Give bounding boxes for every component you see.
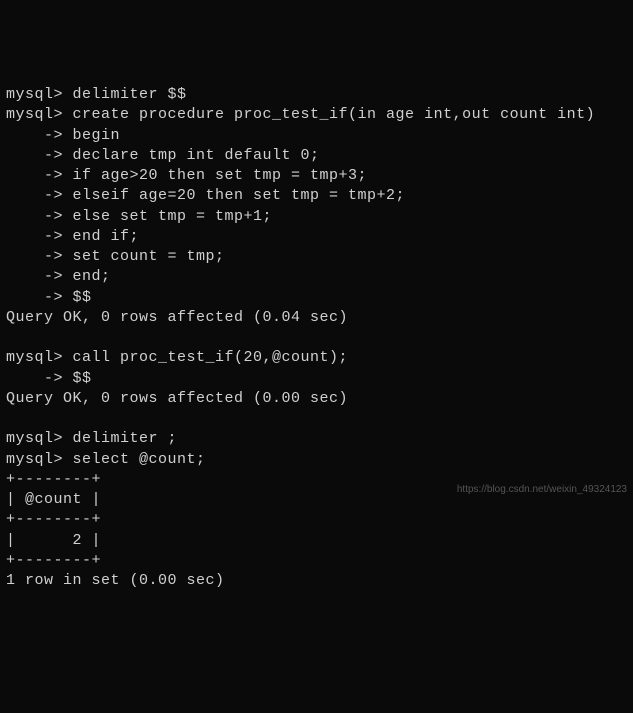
terminal-line: -> end if; — [6, 227, 627, 247]
terminal-line: -> if age>20 then set tmp = tmp+3; — [6, 166, 627, 186]
terminal-line — [6, 328, 627, 348]
terminal-line: | 2 | — [6, 531, 627, 551]
terminal-line: mysql> select @count; — [6, 450, 627, 470]
watermark-text: https://blog.csdn.net/weixin_49324123 — [457, 483, 627, 497]
terminal-line: mysql> delimiter $$ — [6, 85, 627, 105]
terminal-line: -> else set tmp = tmp+1; — [6, 207, 627, 227]
terminal-line: -> begin — [6, 126, 627, 146]
terminal-line: mysql> create procedure proc_test_if(in … — [6, 105, 627, 125]
terminal-line: Query OK, 0 rows affected (0.04 sec) — [6, 308, 627, 328]
terminal-line: -> set count = tmp; — [6, 247, 627, 267]
terminal-output: mysql> delimiter $$mysql> create procedu… — [6, 85, 627, 591]
terminal-line: +--------+ — [6, 510, 627, 530]
terminal-line: +--------+ — [6, 551, 627, 571]
terminal-line: -> $$ — [6, 288, 627, 308]
terminal-line: mysql> delimiter ; — [6, 429, 627, 449]
terminal-line: Query OK, 0 rows affected (0.00 sec) — [6, 389, 627, 409]
terminal-line: 1 row in set (0.00 sec) — [6, 571, 627, 591]
terminal-line: -> declare tmp int default 0; — [6, 146, 627, 166]
terminal-line: -> $$ — [6, 369, 627, 389]
terminal-line: -> elseif age=20 then set tmp = tmp+2; — [6, 186, 627, 206]
terminal-line: mysql> call proc_test_if(20,@count); — [6, 348, 627, 368]
terminal-line: -> end; — [6, 267, 627, 287]
terminal-line — [6, 409, 627, 429]
